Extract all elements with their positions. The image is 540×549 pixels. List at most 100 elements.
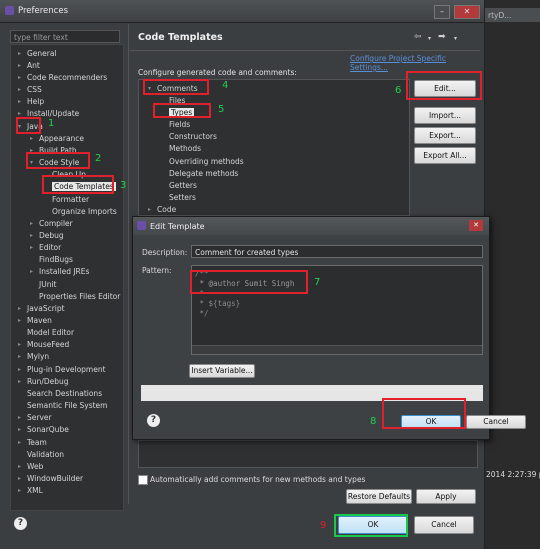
tree-item[interactable]: Search Destinations	[27, 389, 102, 398]
help-icon[interactable]: ?	[14, 517, 27, 530]
expand-arrow-icon[interactable]: ▸	[18, 317, 21, 324]
annotation-box-java	[16, 117, 41, 134]
minimize-icon[interactable]: –	[434, 5, 450, 19]
tree-item[interactable]: JUnit	[39, 280, 56, 289]
tree-item[interactable]: Appearance	[39, 134, 84, 143]
tree-item[interactable]: Properties Files Editor	[39, 292, 120, 301]
annotation-box-author	[190, 270, 308, 294]
close-icon[interactable]: ✕	[454, 5, 480, 19]
tree-item[interactable]: Help	[27, 97, 44, 106]
expand-arrow-icon[interactable]: ▸	[18, 487, 21, 494]
tree-item[interactable]: Web	[27, 462, 43, 471]
tree-item[interactable]: JavaScript	[27, 304, 65, 313]
template-item[interactable]: Code	[157, 205, 176, 214]
annotation-box-dialog-ok	[382, 398, 466, 429]
template-item[interactable]: Delegate methods	[169, 169, 238, 178]
forward-icon[interactable]: ➡	[438, 32, 446, 42]
expand-arrow-icon[interactable]: ▸	[18, 98, 21, 105]
forward-menu-icon[interactable]: ▾	[454, 35, 457, 42]
expand-arrow-icon[interactable]: ▸	[148, 206, 151, 213]
dialog-cancel-button[interactable]: Cancel	[466, 415, 526, 429]
annotation-box-code-style	[26, 152, 90, 169]
insert-variable-button[interactable]: Insert Variable...	[189, 364, 255, 378]
tree-item[interactable]: General	[27, 49, 57, 58]
dialog-help-icon[interactable]: ?	[147, 414, 160, 427]
description-field[interactable]: Comment for created types	[191, 245, 483, 258]
expand-arrow-icon[interactable]: ▸	[18, 463, 21, 470]
project-settings-link[interactable]: Configure Project Specific Settings...	[350, 54, 484, 72]
expand-arrow-icon[interactable]: ▸	[30, 244, 33, 251]
tree-item[interactable]: Ant	[27, 61, 40, 70]
expand-arrow-icon[interactable]: ▸	[18, 426, 21, 433]
expand-arrow-icon[interactable]: ▸	[18, 439, 21, 446]
tree-item[interactable]: Code Recommenders	[27, 73, 107, 82]
tree-item[interactable]: MouseFeed	[27, 340, 69, 349]
expand-arrow-icon[interactable]: ▸	[30, 268, 33, 275]
tree-item[interactable]: Validation	[27, 450, 64, 459]
tree-item[interactable]: Run/Debug	[27, 377, 69, 386]
background-timestamp: 2014 2:27:39 pm	[486, 470, 540, 479]
tree-item[interactable]: Maven	[27, 316, 52, 325]
back-icon[interactable]: ⇦	[414, 32, 422, 42]
pattern-hscrollbar[interactable]	[192, 345, 482, 354]
export-all-button[interactable]: Export All...	[414, 147, 476, 164]
expand-arrow-icon[interactable]: ▸	[18, 341, 21, 348]
template-item[interactable]: Setters	[169, 193, 196, 202]
pattern-line: */	[195, 309, 209, 318]
annotation-6: 6	[395, 85, 402, 96]
tree-item[interactable]: Compiler	[39, 219, 73, 228]
tree-item[interactable]: SonarQube	[27, 425, 69, 434]
expand-arrow-icon[interactable]: ▸	[18, 62, 21, 69]
tree-item[interactable]: Mylyn	[27, 352, 49, 361]
annotation-box-code-templates	[42, 175, 114, 194]
tree-item[interactable]: Model Editor	[27, 328, 74, 337]
expand-arrow-icon[interactable]: ▸	[30, 220, 33, 227]
expand-arrow-icon[interactable]: ▸	[18, 378, 21, 385]
tree-item[interactable]: Plug-in Development	[27, 365, 106, 374]
tree-item[interactable]: Editor	[39, 243, 61, 252]
template-item[interactable]: Getters	[169, 181, 197, 190]
expand-arrow-icon[interactable]: ▸	[18, 366, 21, 373]
panel-divider	[128, 24, 129, 504]
tree-item[interactable]: Installed JREs	[39, 267, 89, 276]
expand-arrow-icon[interactable]: ▸	[18, 50, 21, 57]
tree-item[interactable]: Team	[27, 438, 47, 447]
tree-item[interactable]: WindowBuilder	[27, 474, 83, 483]
expand-arrow-icon[interactable]: ▸	[18, 305, 21, 312]
import-button[interactable]: Import...	[414, 107, 476, 124]
expand-arrow-icon[interactable]: ▸	[18, 475, 21, 482]
tree-item[interactable]: XML	[27, 486, 43, 495]
expand-arrow-icon[interactable]: ▸	[18, 110, 21, 117]
dialog-close-icon[interactable]: ✕	[469, 220, 483, 231]
annotation-5: 5	[218, 104, 225, 115]
expand-arrow-icon[interactable]: ▸	[18, 414, 21, 421]
tree-item[interactable]: Formatter	[52, 195, 89, 204]
template-item[interactable]: Fields	[169, 120, 190, 129]
preferences-cancel-button[interactable]: Cancel	[414, 516, 474, 534]
restore-defaults-button[interactable]: Restore Defaults	[346, 489, 412, 504]
template-item[interactable]: Methods	[169, 144, 201, 153]
apply-button[interactable]: Apply	[416, 489, 476, 504]
template-item[interactable]: Overriding methods	[169, 157, 244, 166]
expand-arrow-icon[interactable]: ▸	[18, 86, 21, 93]
tree-item[interactable]: FindBugs	[39, 255, 73, 264]
tree-item[interactable]: Organize Imports	[52, 207, 117, 216]
expand-arrow-icon[interactable]: ▸	[30, 232, 33, 239]
expand-arrow-icon[interactable]: ▸	[18, 353, 21, 360]
annotation-7: 7	[314, 277, 321, 288]
annotation-4: 4	[222, 80, 229, 91]
filter-input[interactable]: type filter text	[10, 30, 120, 43]
tree-item[interactable]: Server	[27, 413, 52, 422]
template-item[interactable]: Constructors	[169, 132, 217, 141]
tree-item[interactable]: Debug	[39, 231, 64, 240]
export-button[interactable]: Export...	[414, 127, 476, 144]
app-icon	[5, 6, 14, 15]
auto-comments-checkbox[interactable]	[138, 475, 148, 485]
annotation-2: 2	[95, 153, 102, 164]
back-menu-icon[interactable]: ▾	[428, 35, 431, 42]
annotation-3: 3	[120, 180, 127, 191]
tree-item[interactable]: CSS	[27, 85, 42, 94]
expand-arrow-icon[interactable]: ▸	[30, 135, 33, 142]
tree-item[interactable]: Semantic File System	[27, 401, 107, 410]
expand-arrow-icon[interactable]: ▸	[18, 74, 21, 81]
